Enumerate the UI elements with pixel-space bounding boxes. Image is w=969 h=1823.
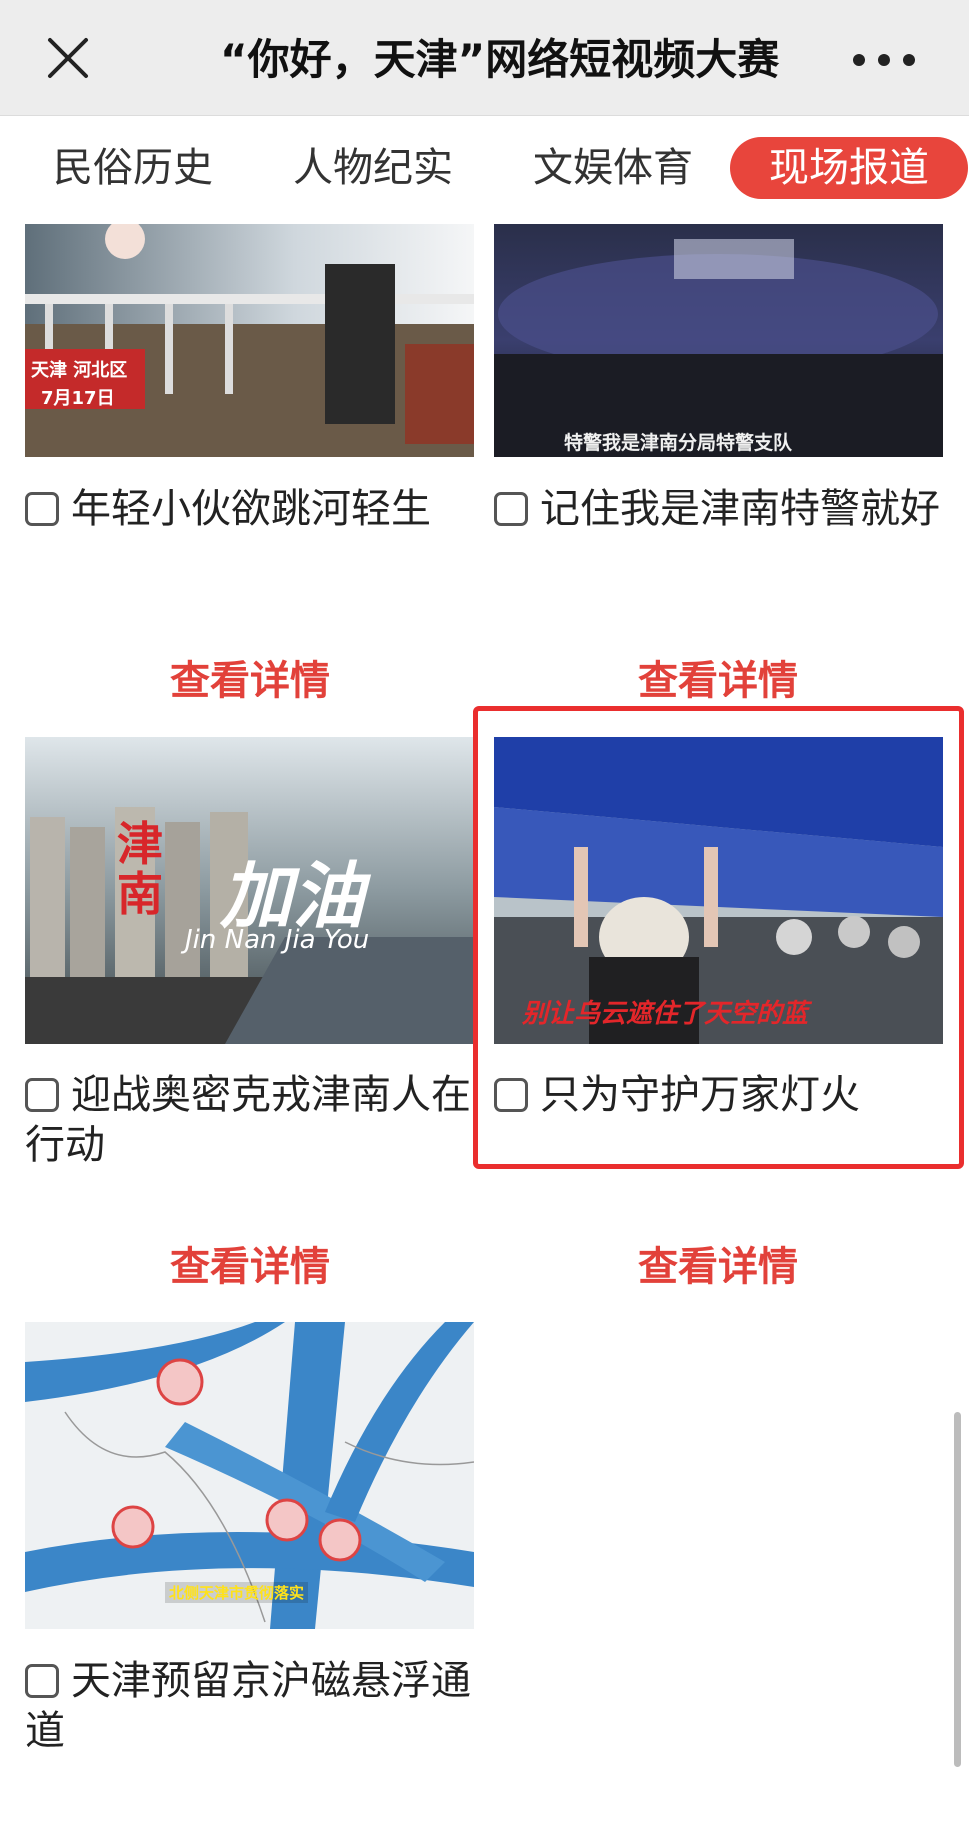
thumbnail-overlay-subtitle: 别让乌云遮住了天空的蓝 <box>522 999 809 1029</box>
page-title: “你好，天津”网络短视频大赛 <box>220 35 780 84</box>
tab-people-documentary[interactable]: 人物纪实 <box>288 130 458 206</box>
view-details-button[interactable]: 查看详情 <box>100 648 400 706</box>
caption-text: 年轻小伙欲跳河轻生 <box>71 486 431 532</box>
thumbnail-overlay-jinnan: 津南 <box>117 817 163 921</box>
thumbnail-overlay-subtitle: 特警我是津南分局特警支队 <box>564 432 793 454</box>
caption-text: 记住我是津南特警就好 <box>540 486 940 532</box>
video-thumbnail[interactable]: 别让乌云遮住了天空的蓝 <box>494 737 943 1044</box>
video-caption: 年轻小伙欲跳河轻生 <box>25 484 470 534</box>
tab-entertainment-sports[interactable]: 文娱体育 <box>528 130 698 206</box>
view-details-button[interactable]: 查看详情 <box>100 1234 400 1292</box>
video-caption: 只为守护万家灯火 <box>494 1070 949 1120</box>
caption-text: 天津预留京沪磁悬浮通道 <box>25 1658 471 1754</box>
tab-live-report[interactable]: 现场报道 <box>730 137 968 199</box>
tab-folk-history[interactable]: 民俗历史 <box>48 130 218 206</box>
select-checkbox[interactable] <box>25 1078 59 1112</box>
select-checkbox[interactable] <box>25 492 59 526</box>
view-details-button[interactable]: 查看详情 <box>568 1234 868 1292</box>
video-caption: 迎战奥密克戎津南人在行动 <box>25 1070 475 1170</box>
select-checkbox[interactable] <box>494 1078 528 1112</box>
select-checkbox[interactable] <box>25 1664 59 1698</box>
view-details-button[interactable]: 查看详情 <box>568 648 868 706</box>
title-bar: “你好，天津”网络短视频大赛 <box>0 0 969 116</box>
caption-text: 迎战奥密克戎津南人在行动 <box>25 1072 471 1168</box>
select-checkbox[interactable] <box>494 492 528 526</box>
caption-text: 只为守护万家灯火 <box>540 1072 860 1118</box>
thumbnail-overlay-map-label: 北侧天津市贯彻落实 <box>165 1582 309 1603</box>
video-thumbnail[interactable]: 北侧天津市贯彻落实 <box>25 1322 474 1629</box>
video-caption: 天津预留京沪磁悬浮通道 <box>25 1656 475 1756</box>
scrollbar[interactable] <box>954 1412 961 1767</box>
video-thumbnail[interactable]: 特警我是津南分局特警支队 <box>494 224 943 457</box>
thumbnail-overlay-location: 天津 河北区 <box>31 360 128 381</box>
thumbnail-image <box>25 224 474 457</box>
category-tabs: 民俗历史 人物纪实 文娱体育 现场报道 <box>0 130 969 206</box>
thumbnail-image <box>494 224 943 457</box>
thumbnail-overlay-date: 7月17日 <box>41 388 115 409</box>
video-caption: 记住我是津南特警就好 <box>494 484 949 534</box>
video-thumbnail[interactable]: 天津 河北区 7月17日 <box>25 224 474 457</box>
video-thumbnail[interactable]: 津南 加油 Jin Nan Jia You <box>25 737 474 1044</box>
thumbnail-overlay-pinyin: Jin Nan Jia You <box>185 925 370 955</box>
more-options-icon[interactable] <box>839 40 929 80</box>
close-icon[interactable] <box>40 30 96 86</box>
